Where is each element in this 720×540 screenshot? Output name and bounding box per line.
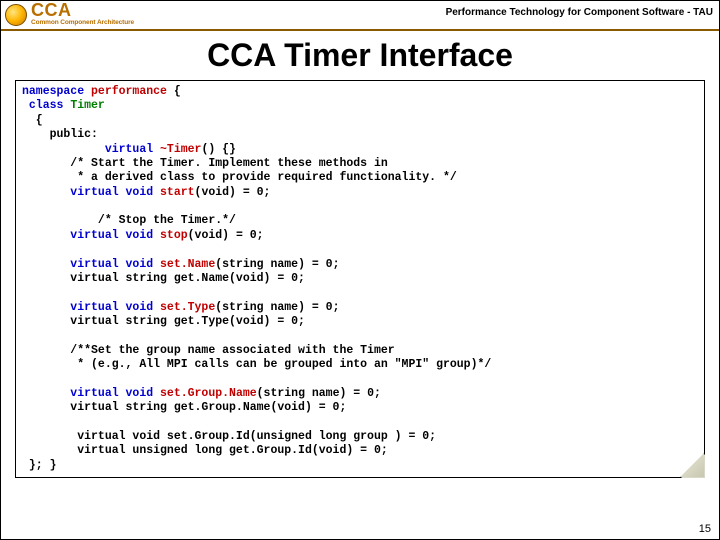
ns-name: performance <box>84 85 167 98</box>
kw-class: class <box>22 99 63 112</box>
code-frag: (string name) = 0; <box>257 387 381 400</box>
code-brace: { <box>167 85 181 98</box>
logo-text-block: CCA Common Component Architecture <box>31 1 134 27</box>
code-comment: /**Set the group name associated with th… <box>22 344 395 357</box>
code-line: virtual void set.Group.Id(unsigned long … <box>22 430 436 443</box>
page-curl-icon <box>680 453 704 477</box>
class-name: Timer <box>63 99 104 112</box>
code-line: virtual string get.Name(void) = 0; <box>22 272 305 285</box>
kw-virtual-void: virtual void <box>22 229 153 242</box>
fn-stop: stop <box>153 229 188 242</box>
code-comment: * a derived class to provide required fu… <box>22 171 457 184</box>
code-line: virtual unsigned long get.Group.Id(void)… <box>22 444 388 457</box>
slide-title: CCA Timer Interface <box>1 37 719 74</box>
logo-acronym: CCA <box>31 1 134 19</box>
header-bar: CCA Common Component Architecture Perfor… <box>1 1 719 31</box>
code-listing: namespace performance { class Timer { pu… <box>22 85 698 473</box>
fn-settype: set.Type <box>153 301 215 314</box>
code-line: public: <box>22 128 98 141</box>
fn-setgroupname: set.Group.Name <box>153 387 257 400</box>
dtor-name: ~Timer <box>153 143 201 156</box>
page-number: 15 <box>699 523 711 535</box>
code-box: namespace performance { class Timer { pu… <box>15 80 705 478</box>
kw-virtual-void: virtual void <box>22 258 153 271</box>
code-comment: /* Stop the Timer.*/ <box>22 214 236 227</box>
fn-setname: set.Name <box>153 258 215 271</box>
code-comment: * (e.g., All MPI calls can be grouped in… <box>22 358 491 371</box>
code-comment: /* Start the Timer. Implement these meth… <box>22 157 388 170</box>
code-line: virtual string get.Type(void) = 0; <box>22 315 305 328</box>
kw-virtual: virtual <box>22 143 153 156</box>
code-frag: (string name) = 0; <box>215 301 339 314</box>
code-line: { <box>22 114 43 127</box>
code-closing: }; } <box>22 459 57 472</box>
kw-namespace: namespace <box>22 85 84 98</box>
code-frag: (string name) = 0; <box>215 258 339 271</box>
code-frag: (void) = 0; <box>188 229 264 242</box>
code-frag: () {} <box>201 143 236 156</box>
code-frag: (void) = 0; <box>195 186 271 199</box>
logo-circle-icon <box>5 4 27 26</box>
fn-start: start <box>153 186 194 199</box>
cca-logo: CCA Common Component Architecture <box>5 1 134 27</box>
kw-virtual-void: virtual void <box>22 301 153 314</box>
header-tagline: Performance Technology for Component Sof… <box>446 7 713 18</box>
slide: CCA Common Component Architecture Perfor… <box>0 0 720 540</box>
logo-subtitle: Common Component Architecture <box>31 20 134 27</box>
code-line: virtual string get.Group.Name(void) = 0; <box>22 401 346 414</box>
kw-virtual-void: virtual void <box>22 186 153 199</box>
kw-virtual-void: virtual void <box>22 387 153 400</box>
